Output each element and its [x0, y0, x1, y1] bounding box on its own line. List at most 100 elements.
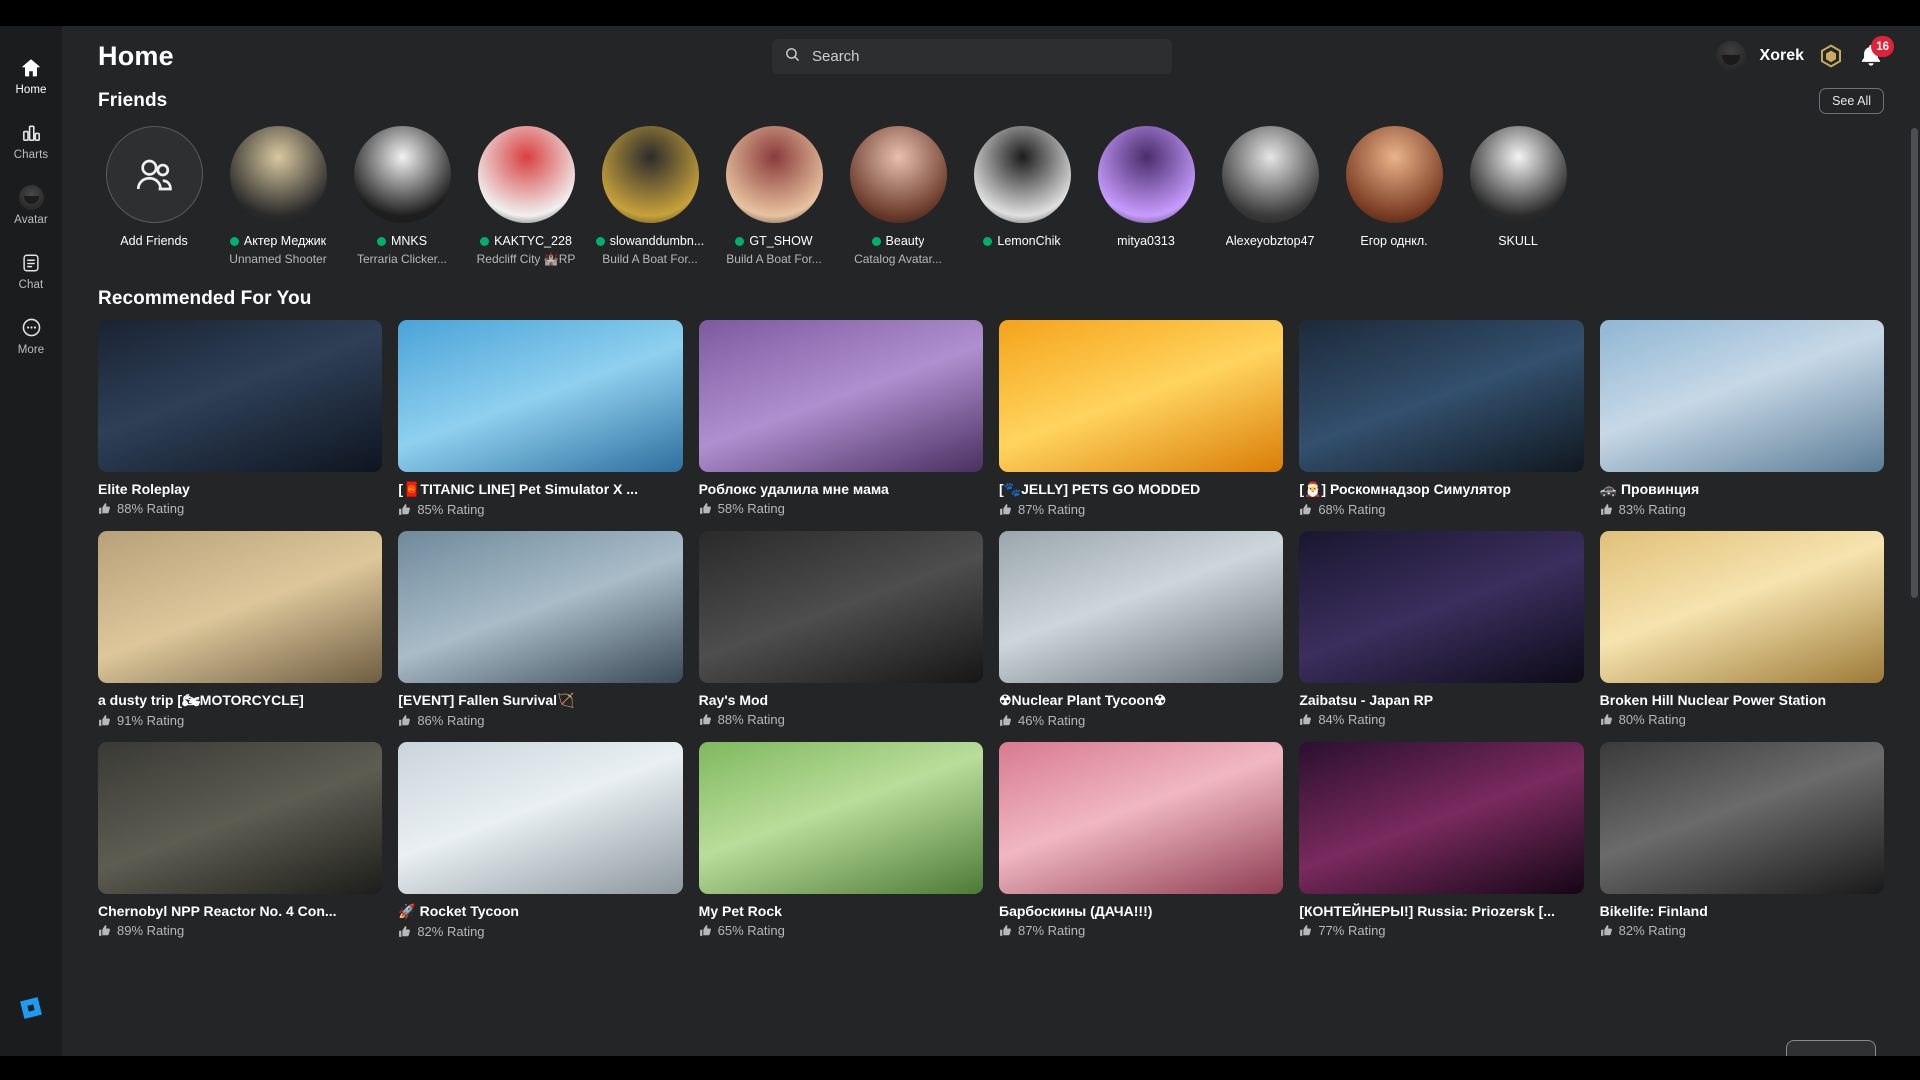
friend-item[interactable]: KAKTYC_228 Redcliff City 🏰RP [464, 126, 588, 266]
game-thumbnail[interactable] [1299, 320, 1584, 472]
friend-current-game: Unnamed Shooter [229, 252, 327, 266]
game-card[interactable]: [🐾JELLY] PETS GO MODDED 87% Rating [999, 320, 1284, 517]
game-title: Барбоскины (ДАЧА!!!) [999, 903, 1153, 919]
game-title: a dusty trip [🏍MOTORCYCLE] [98, 692, 304, 708]
game-rating: 77% Rating [1299, 923, 1583, 938]
game-rating-text: 58% Rating [717, 501, 785, 516]
game-card[interactable]: Chernobyl NPP Reactor No. 4 Con... 89% Ra… [98, 742, 383, 939]
game-thumbnail[interactable] [1299, 742, 1584, 894]
game-thumbnail[interactable] [1599, 320, 1884, 472]
friend-current-game: Catalog Avatar... [854, 252, 942, 266]
game-title: [КОНТЕЙНЕРЫ!] Russia: Priozersk [... [1299, 903, 1555, 919]
notification-badge: 16 [1871, 36, 1894, 57]
sidebar-item-charts[interactable]: Charts [0, 109, 62, 171]
friend-item[interactable]: Актер Меджик Unnamed Shooter [216, 126, 340, 266]
friend-item[interactable]: Егор однкл. [1332, 126, 1456, 266]
game-title: 🚓 Провинция [1599, 481, 1700, 497]
friend-name: SKULL [1498, 234, 1538, 248]
search-icon [784, 46, 801, 68]
sidebar-item-home[interactable]: Home [0, 44, 62, 106]
see-all-button[interactable]: See All [1819, 88, 1884, 114]
game-rating-text: 65% Rating [717, 923, 785, 938]
game-thumbnail[interactable] [1299, 531, 1584, 683]
thumbs-up-icon [98, 502, 111, 515]
game-thumbnail[interactable] [398, 320, 683, 472]
friend-avatar [1221, 126, 1319, 223]
robux-icon[interactable] [1818, 43, 1844, 69]
game-card[interactable]: a dusty trip [🏍MOTORCYCLE] 91% Rating [98, 531, 383, 728]
game-card[interactable]: ☢Nuclear Plant Tycoon☢ 46% Rating [999, 531, 1284, 728]
game-title: Chernobyl NPP Reactor No. 4 Con... [98, 903, 337, 919]
sidebar-item-more-label: More [17, 343, 45, 356]
search-input[interactable]: Search [772, 39, 1172, 74]
friend-name: slowanddumbn... [595, 234, 704, 248]
add-friends-button[interactable]: Add Friends [92, 126, 216, 266]
game-card[interactable]: Bikelife: Finland 82% Rating [1599, 742, 1884, 939]
friend-item[interactable]: SKULL [1456, 126, 1580, 266]
game-rating-text: 84% Rating [1318, 712, 1386, 727]
friend-item[interactable]: Alexeyobztop47 [1208, 126, 1332, 266]
vertical-scrollbar[interactable] [1911, 128, 1918, 598]
game-thumbnail[interactable] [398, 531, 683, 683]
game-thumbnail[interactable] [98, 742, 383, 894]
game-thumbnail[interactable] [398, 742, 683, 894]
friend-item[interactable]: MNKS Terraria Clicker... [340, 126, 464, 266]
game-thumbnail[interactable] [1599, 531, 1884, 683]
friend-item[interactable]: mitya0313 [1084, 126, 1208, 266]
game-card[interactable]: My Pet Rock 65% Rating [698, 742, 983, 939]
user-area: Xorek 16 [1715, 36, 1894, 75]
left-sidebar: Home Charts Avatar Chat More [0, 26, 62, 1056]
thumbs-up-icon [1299, 924, 1312, 937]
friend-item[interactable]: LemonChik [960, 126, 1084, 266]
game-thumbnail[interactable] [98, 531, 383, 683]
game-card[interactable]: 🚓 Провинция 83% Rating [1599, 320, 1884, 517]
game-thumbnail[interactable] [698, 531, 983, 683]
game-rating-text: 83% Rating [1618, 502, 1686, 517]
game-rating-text: 86% Rating [417, 713, 485, 728]
friend-item[interactable]: Beauty Catalog Avatar... [836, 126, 960, 266]
game-rating: 82% Rating [1600, 923, 1884, 938]
game-card[interactable]: Барбоскины (ДАЧА!!!) 87% Rating [999, 742, 1284, 939]
game-thumbnail[interactable] [698, 320, 983, 472]
game-card[interactable]: Broken Hill Nuclear Power Station 80% Rat… [1599, 531, 1884, 728]
friends-list: Add Friends Актер Меджик Unnamed Shooter MN… [62, 114, 1920, 266]
game-thumbnail[interactable] [698, 742, 983, 894]
game-card[interactable]: Роблокс удалила мне мама 58% Rating [698, 320, 983, 517]
online-status-dot [376, 236, 386, 246]
friend-avatar [353, 126, 451, 223]
game-card[interactable]: Elite Roleplay 88% Rating [98, 320, 383, 517]
game-rating-text: 87% Rating [1018, 923, 1086, 938]
game-card[interactable]: [🎅] Роскомнадзор Симулятор 68% Rating [1299, 320, 1584, 517]
thumbs-up-icon [699, 713, 712, 726]
game-rating: 87% Rating [999, 502, 1283, 517]
thumbs-up-icon [699, 924, 712, 937]
game-thumbnail[interactable] [98, 320, 383, 472]
sidebar-item-more[interactable]: More [0, 304, 62, 366]
game-thumbnail[interactable] [999, 531, 1284, 683]
game-title: Zaibatsu - Japan RP [1299, 692, 1434, 708]
friend-item[interactable]: slowanddumbn... Build A Boat For... [588, 126, 712, 266]
friend-current-game: Build A Boat For... [602, 252, 698, 266]
notifications-button[interactable]: 16 [1858, 36, 1894, 70]
friend-name: mitya0313 [1117, 234, 1175, 248]
sidebar-item-avatar[interactable]: Avatar [0, 174, 62, 236]
friend-name: LemonChik [983, 234, 1061, 248]
game-card[interactable]: [КОНТЕЙНЕРЫ!] Russia: Priozersk [... 77% … [1299, 742, 1584, 939]
game-card[interactable]: Zaibatsu - Japan RP 84% Rating [1299, 531, 1584, 728]
game-card[interactable]: [🧧TITANIC LINE] Pet Simulator X ... 85% R… [398, 320, 683, 517]
roblox-studio-icon[interactable] [17, 994, 45, 1022]
friend-avatar [601, 126, 699, 223]
thumbs-up-icon [98, 714, 111, 727]
sidebar-item-chat[interactable]: Chat [0, 239, 62, 301]
game-card[interactable]: Ray's Mod 88% Rating [698, 531, 983, 728]
bottom-partial-button[interactable] [1786, 1040, 1876, 1056]
game-thumbnail[interactable] [999, 320, 1284, 472]
game-rating-text: 77% Rating [1318, 923, 1386, 938]
game-card[interactable]: 🚀 Rocket Tycoon 82% Rating [398, 742, 683, 939]
game-thumbnail[interactable] [1599, 742, 1884, 894]
game-title: [🎅] Роскомнадзор Симулятор [1299, 481, 1511, 497]
avatar[interactable] [1715, 41, 1746, 71]
game-thumbnail[interactable] [999, 742, 1284, 894]
game-card[interactable]: [EVENT] Fallen Survival🏹 86% Rating [398, 531, 683, 728]
friend-item[interactable]: GT_SHOW Build A Boat For... [712, 126, 836, 266]
